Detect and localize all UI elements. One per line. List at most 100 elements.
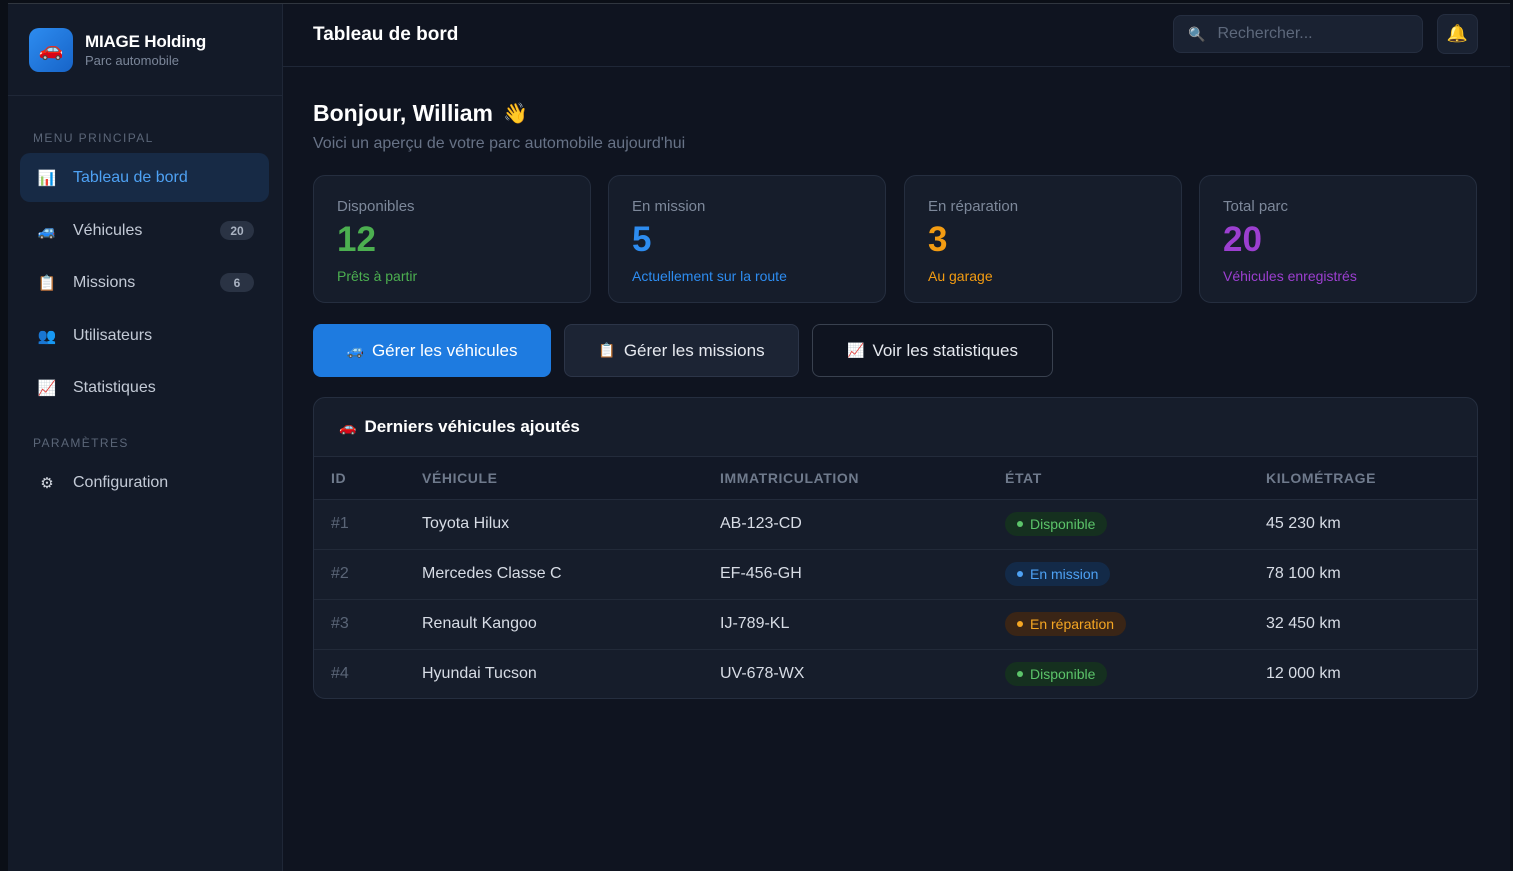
sidebar-item-statistics[interactable]: 📈 Statistiques [20,363,269,412]
stat-value: 3 [928,220,948,259]
sidebar-item-missions[interactable]: 📋 Missions 6 [20,258,269,307]
status-label: Disponible [1030,516,1096,532]
page-title: Tableau de bord [313,24,459,45]
stat-value: 12 [337,220,376,259]
trend-icon: 📈 [37,379,57,397]
cell-plate: UV-678-WX [720,665,805,683]
brand[interactable]: 🚗 MIAGE Holding Parc automobile [8,4,282,96]
button-label: Voir les statistiques [872,340,1018,360]
status-dot [1017,621,1023,627]
greeting-title: Bonjour, William 👋 [313,100,685,127]
topbar: Tableau de bord 🔍 Rechercher... 🔔 [283,4,1510,67]
table-row[interactable]: #3 Renault Kangoo IJ-789-KL En réparatio… [314,599,1477,650]
wave-icon: 👋 [502,103,528,125]
cell-status: En réparation [1005,599,1266,650]
cell-id: #4 [331,665,349,683]
trend-icon: 📈 [847,342,865,358]
status-label: En réparation [1030,616,1115,632]
cell-id: #1 [314,499,422,550]
status-label: Disponible [1030,666,1096,683]
greeting-subtitle: Voici un aperçu de votre parc automobile… [313,135,686,152]
cell-plate: AB-123-CD [720,499,1005,550]
status-label: En mission [1030,566,1099,582]
stat-card-available: Disponibles 12 Prêts à partir [313,175,591,303]
cell-plate: EF-456-GH [720,549,1005,600]
cell-vehicle: Mercedes Classe C [422,549,720,600]
search-input[interactable]: 🔍 Rechercher... [1173,15,1423,53]
manage-missions-button[interactable]: 📋 Gérer les missions [564,324,799,377]
clipboard-icon: 📋 [598,342,616,358]
brand-subtitle: Parc automobile [85,52,179,68]
table-header-row: ID VÉHICULE IMMATRICULATION ÉTAT KILOMÉT… [314,457,1477,500]
view-statistics-button[interactable]: 📈 Voir les statistiques [812,324,1053,377]
chart-icon: 📊 [37,169,57,187]
panel-title: Derniers véhicules ajoutés [364,417,580,436]
sidebar-item-dashboard[interactable]: 📊 Tableau de bord [20,153,269,202]
table-row[interactable]: #4 Hyundai Tucson UV-678-WX Disponible 1… [314,649,1477,698]
car-icon: 🚗 [29,27,73,72]
column-header-mileage[interactable]: KILOMÉTRAGE [1266,457,1477,500]
recent-vehicles-panel: 🚗 Derniers véhicules ajoutés ID VÉHICULE… [313,397,1478,699]
stat-note: Au garage [928,267,993,284]
column-header-id[interactable]: ID [314,457,422,500]
search-placeholder: Rechercher... [1217,25,1313,42]
stat-label: Disponibles [337,198,415,215]
button-label: Gérer les véhicules [371,340,518,360]
bell-icon: 🔔 [1446,24,1469,43]
column-header-plate[interactable]: IMMATRICULATION [720,457,1005,500]
status-dot [1017,521,1023,527]
sidebar-item-label: Utilisateurs [73,326,153,344]
cell-mileage: 45 230 km [1266,499,1477,550]
cell-vehicle: Toyota Hilux [422,499,720,550]
manage-vehicles-button[interactable]: 🚙 Gérer les véhicules [313,324,551,377]
column-header-status[interactable]: ÉTAT [1005,457,1266,500]
car-icon: 🚙 [346,342,364,358]
sidebar-item-configuration[interactable]: ⚙ Configuration [20,458,269,507]
status-badge: Disponible [1005,512,1108,536]
cell-status: Disponible [1005,649,1266,698]
notifications-button[interactable]: 🔔 [1437,14,1478,54]
stat-card-mission: En mission 5 Actuellement sur la route [608,175,886,303]
cell-mileage: 78 100 km [1266,549,1477,600]
cell-plate: IJ-789-KL [720,599,1005,650]
cell-status: En mission [1005,549,1266,600]
status-badge: En réparation [1005,612,1127,636]
table-row[interactable]: #1 Toyota Hilux AB-123-CD Disponible 45 … [314,499,1477,550]
cell-status: Disponible [1005,499,1266,550]
column-header-vehicle[interactable]: VÉHICULE [422,457,720,500]
greeting-text: Bonjour, William [313,100,493,126]
car-icon: 🚗 [339,418,357,435]
sidebar: 🚗 MIAGE Holding Parc automobile MENU PRI… [8,4,283,871]
sidebar-item-label: Configuration [73,473,169,491]
greeting: Bonjour, William 👋 Voici un aperçu de vo… [313,100,685,153]
cell-mileage: 12 000 km [1266,665,1341,683]
sidebar-item-label: Véhicules [73,221,143,239]
cell-mileage: 32 450 km [1266,599,1477,650]
sidebar-item-vehicles[interactable]: 🚙 Véhicules 20 [20,206,269,255]
clipboard-icon: 📋 [37,274,57,292]
stat-label: En mission [632,198,706,215]
sidebar-item-users[interactable]: 👥 Utilisateurs [20,311,269,360]
status-badge: Disponible [1005,662,1108,687]
stat-note: Actuellement sur la route [632,267,787,284]
status-dot [1017,571,1023,577]
gear-icon: ⚙ [40,474,54,492]
sidebar-item-label: Missions [73,273,136,291]
sidebar-item-label: Tableau de bord [73,168,188,186]
cell-id: #2 [314,549,422,600]
section-label-main: MENU PRINCIPAL [33,131,154,145]
users-icon: 👥 [37,327,57,345]
stat-note: Véhicules enregistrés [1223,267,1357,284]
stat-label: Total parc [1223,198,1289,215]
count-badge: 20 [220,221,254,240]
count-badge: 6 [220,273,254,292]
search-icon: 🔍 [1188,25,1206,42]
main-content: Tableau de bord 🔍 Rechercher... 🔔 Bonjou… [283,4,1510,871]
button-label: Gérer les missions [623,340,765,360]
table-row[interactable]: #2 Mercedes Classe C EF-456-GH En missio… [314,549,1477,600]
car-icon: 🚙 [37,222,57,240]
sidebar-item-label: Statistiques [73,378,156,396]
recent-vehicles-table: ID VÉHICULE IMMATRICULATION ÉTAT KILOMÉT… [314,457,1477,698]
stat-card-total: Total parc 20 Véhicules enregistrés [1199,175,1477,303]
cell-vehicle: Renault Kangoo [422,599,720,650]
